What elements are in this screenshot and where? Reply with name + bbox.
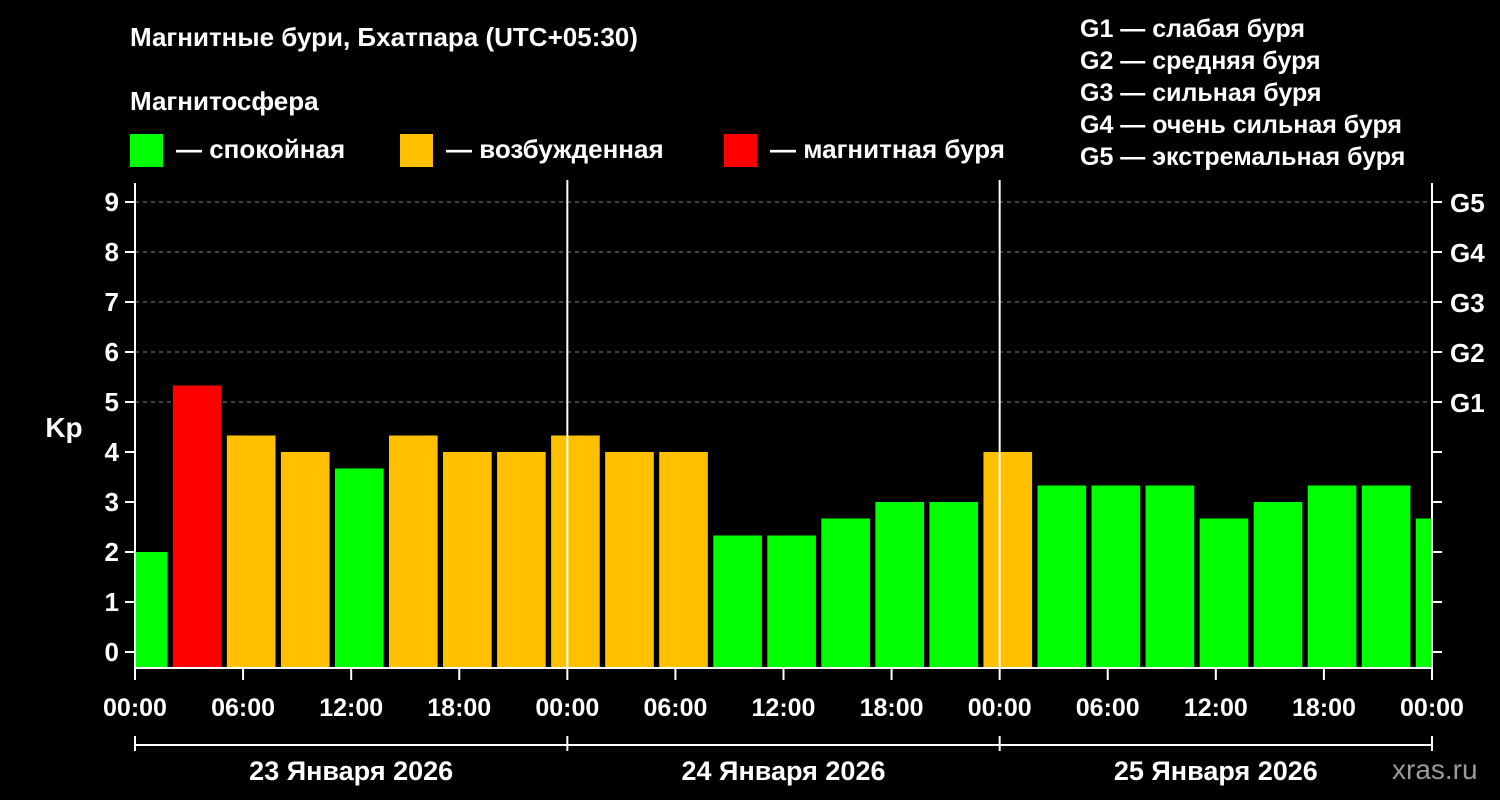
x-tick-label: 00:00 (103, 694, 167, 722)
kp-bar-disturbed (983, 452, 1033, 668)
kp-bar-disturbed (551, 435, 600, 668)
kp-bar-disturbed (605, 452, 654, 668)
y-tick-label: 3 (105, 487, 119, 517)
g-scale-label: G4 (1450, 238, 1485, 268)
y-tick-label: 4 (105, 437, 120, 467)
kp-bar-calm (1037, 485, 1087, 668)
kp-bar-calm (1091, 485, 1141, 668)
x-tick-label: 06:00 (211, 694, 275, 722)
y-tick-label: 8 (105, 237, 119, 267)
kp-bar-chart: 0 1 2 3 4 5 6 7 8 9 G1 G2 G3 G4 G5 Kp 00:00 06:00 12:00 18:… (45, 180, 1485, 786)
kp-bar-disturbed (388, 435, 438, 668)
g-scale-label: G3 (1450, 288, 1485, 318)
x-tick-label: 00:00 (968, 694, 1032, 722)
kp-bar-calm (1415, 518, 1432, 668)
y-tick-label: 6 (105, 337, 119, 367)
y-tick-label: 5 (105, 387, 119, 417)
kp-bar-disturbed (443, 452, 492, 668)
x-tick-label: 12:00 (1184, 694, 1248, 722)
site-credit: xras.ru (1392, 754, 1478, 785)
day-label: 25 Января 2026 (1114, 756, 1318, 786)
kp-bar-disturbed (226, 435, 276, 668)
x-tick-label: 12:00 (752, 694, 816, 722)
g-scale-label: G5 (1450, 188, 1485, 218)
kp-bar-calm (767, 535, 816, 668)
y-tick-label: 7 (105, 287, 119, 317)
kp-bar-calm (1307, 485, 1357, 668)
kp-bar-disturbed (659, 452, 708, 668)
kp-bar-disturbed (280, 452, 330, 668)
kp-bar-calm (713, 535, 762, 668)
day-label: 24 Января 2026 (682, 756, 886, 786)
y-tick-label: 1 (105, 587, 119, 617)
g-scale-label: G2 (1450, 338, 1485, 368)
x-tick-label: 18:00 (1292, 694, 1356, 722)
y-tick-label: 2 (105, 537, 119, 567)
x-tick-label: 06:00 (643, 694, 707, 722)
x-tick-label: 12:00 (319, 694, 383, 722)
kp-bar-calm (1199, 518, 1249, 668)
y-tick-label: 9 (105, 187, 119, 217)
g-scale-label: G1 (1450, 388, 1485, 418)
x-tick-label: 00:00 (535, 694, 599, 722)
x-tick-label: 06:00 (1076, 694, 1140, 722)
kp-bar-disturbed (497, 452, 546, 668)
y-tick-label: 0 (105, 637, 119, 667)
x-tick-label: 18:00 (860, 694, 924, 722)
kp-bar-calm (1253, 502, 1303, 668)
kp-bar-calm (334, 468, 384, 668)
y-axis-title: Kp (45, 412, 82, 443)
x-tick-label: 18:00 (427, 694, 491, 722)
day-label: 23 Января 2026 (249, 756, 453, 786)
kp-bar-calm (1361, 485, 1411, 668)
kp-bar-calm (929, 502, 979, 668)
kp-bar-calm (821, 518, 870, 668)
kp-bar-calm (135, 552, 168, 668)
x-tick-label: 00:00 (1400, 694, 1464, 722)
kp-bar-calm (875, 502, 925, 668)
kp-bar-storm (172, 385, 222, 668)
kp-bar-calm (1145, 485, 1195, 668)
